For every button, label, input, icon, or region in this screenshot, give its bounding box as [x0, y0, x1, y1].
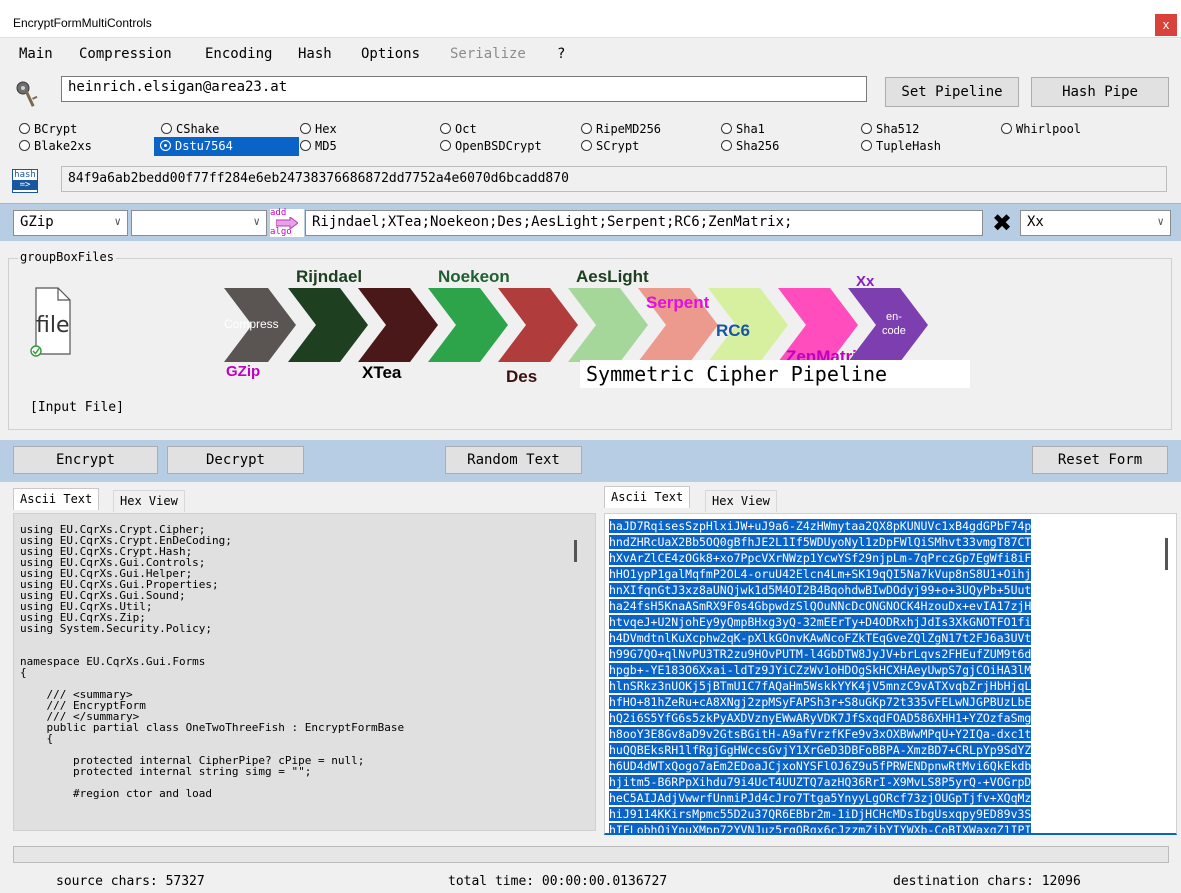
- pipeline-diagram: Compress GZip Rijndael XTea Noekeon Des AesLig…: [224, 267, 970, 388]
- menu-bar: Main Compression Encoding Hash Options S…: [0, 44, 1181, 68]
- algorithm-select[interactable]: ∨: [131, 210, 267, 236]
- radio-sha512[interactable]: Sha512: [861, 121, 919, 137]
- radio-dstu7564[interactable]: Dstu7564: [154, 137, 299, 156]
- radio-scrypt[interactable]: SCrypt: [581, 138, 639, 154]
- hash-icon-label: hash: [14, 170, 36, 180]
- menu-options[interactable]: Options: [361, 46, 420, 62]
- status-source-chars: source chars: 57327: [56, 874, 205, 889]
- tab-right-ascii[interactable]: Ascii Text: [604, 486, 691, 508]
- add-algo-label-bottom: algo: [270, 227, 292, 237]
- menu-main[interactable]: Main: [19, 46, 53, 62]
- radio-oct[interactable]: Oct: [440, 121, 477, 137]
- status-destination-chars: destination chars: 12096: [893, 874, 1081, 889]
- hash-icon-arrow: =>: [13, 180, 37, 190]
- compression-select[interactable]: GZip ∨: [13, 210, 128, 236]
- encode-label-line1: en-: [886, 311, 902, 323]
- radio-sha1[interactable]: Sha1: [721, 121, 765, 137]
- menu-serialize: Serialize: [450, 46, 526, 62]
- radio-ripemd256[interactable]: RipeMD256: [581, 121, 661, 137]
- status-total-time: total time: 00:00:00.0136727: [448, 874, 668, 889]
- cipher-stage-label-rijndael: Rijndael: [296, 267, 362, 286]
- compress-label: Compress: [224, 317, 279, 331]
- progress-bar: [13, 846, 1169, 863]
- radio-tuplehash[interactable]: TupleHash: [861, 138, 941, 154]
- encoding-select[interactable]: Xx ∨: [1020, 210, 1171, 236]
- cipher-stage-des: [498, 288, 578, 362]
- cipher-stage-label-aeslight: AesLight: [576, 267, 649, 286]
- key-icon[interactable]: [14, 80, 40, 110]
- source-text: using EU.CqrXs.Crypt.Cipher; using EU.Cq…: [20, 523, 405, 800]
- algorithm-pipeline-input[interactable]: Rijndael;XTea;Noekeon;Des;AesLight;Serpe…: [305, 210, 983, 236]
- cipher-stage-noekeon: [428, 288, 508, 362]
- encode-name: Xx: [856, 273, 875, 290]
- close-button[interactable]: x: [1155, 14, 1177, 36]
- source-scrollbar[interactable]: [574, 540, 577, 562]
- radio-sha256[interactable]: Sha256: [721, 138, 779, 154]
- chevron-down-icon: ∨: [253, 215, 260, 228]
- chevron-down-icon: ∨: [114, 215, 121, 228]
- clear-pipeline-icon[interactable]: ✖: [988, 209, 1016, 237]
- hash-icon[interactable]: hash =>: [12, 169, 38, 193]
- radio-openbsdcrypt[interactable]: OpenBSDCrypt: [440, 138, 542, 154]
- cipher-stage-label-xtea: XTea: [362, 363, 402, 382]
- tab-right-hex[interactable]: Hex View: [705, 490, 777, 512]
- source-textbox[interactable]: using EU.CqrXs.Crypt.Cipher; using EU.Cq…: [13, 513, 596, 831]
- radio-cshake[interactable]: CShake: [161, 121, 219, 137]
- cipher-stage-label-rc6: RC6: [716, 321, 750, 340]
- window-title: EncryptFormMultiControls: [13, 16, 152, 30]
- chevron-down-icon: ∨: [1157, 215, 1164, 228]
- encrypt-button[interactable]: Encrypt: [13, 446, 158, 474]
- tab-left-hex[interactable]: Hex View: [113, 490, 185, 512]
- hash-output[interactable]: 84f9a6ab2bedd00f77ff284e6eb2473837668687…: [61, 166, 1167, 192]
- radio-hex[interactable]: Hex: [300, 121, 337, 137]
- destination-textbox[interactable]: haJD7RqisesSzpHlxiJW+uJ9a6-Z4zHWmytaa2QX…: [604, 513, 1177, 835]
- add-algo-button[interactable]: add algo: [270, 208, 304, 237]
- encode-label-line2: code: [882, 325, 906, 337]
- groupbox-label: groupBoxFiles: [18, 250, 116, 264]
- random-text-button[interactable]: Random Text: [445, 446, 582, 474]
- file-icon[interactable]: file: [30, 286, 72, 358]
- key-input[interactable]: heinrich.elsigan@area23.at: [61, 76, 867, 102]
- radio-blake2xs[interactable]: Blake2xs: [19, 138, 92, 154]
- cipher-stage-rijndael: [288, 288, 368, 362]
- input-file-label[interactable]: [Input File]: [30, 400, 124, 415]
- cipher-stage-label-des: Des: [506, 367, 537, 386]
- radio-whirlpool[interactable]: Whirlpool: [1001, 121, 1081, 137]
- encoding-value: Xx: [1027, 214, 1044, 230]
- menu-compression[interactable]: Compression: [79, 46, 172, 62]
- menu-hash[interactable]: Hash: [298, 46, 332, 62]
- set-pipeline-button[interactable]: Set Pipeline: [885, 77, 1019, 107]
- file-icon-text: file: [36, 313, 70, 338]
- reset-form-button[interactable]: Reset Form: [1032, 446, 1168, 474]
- compression-value: GZip: [20, 214, 54, 230]
- pipeline-caption: Symmetric Cipher Pipeline: [586, 362, 887, 386]
- decrypt-button[interactable]: Decrypt: [167, 446, 304, 474]
- destination-scrollbar[interactable]: [1165, 538, 1168, 570]
- compress-name: GZip: [226, 363, 260, 380]
- cipher-stage-label-serpent: Serpent: [646, 293, 710, 312]
- cipher-stage-label-noekeon: Noekeon: [438, 267, 510, 286]
- menu-help[interactable]: ?: [557, 46, 565, 62]
- radio-bcrypt[interactable]: BCrypt: [19, 121, 77, 137]
- hash-pipe-button[interactable]: Hash Pipe: [1031, 77, 1169, 107]
- destination-text: haJD7RqisesSzpHlxiJW+uJ9a6-Z4zHWmytaa2QX…: [609, 519, 1053, 833]
- cipher-stage-xtea: [358, 288, 438, 362]
- menu-encoding[interactable]: Encoding: [205, 46, 272, 62]
- cipher-stage-aeslight: [568, 288, 648, 362]
- tab-left-ascii[interactable]: Ascii Text: [13, 488, 100, 510]
- radio-md5[interactable]: MD5: [300, 138, 337, 154]
- title-bar: EncryptFormMultiControls x: [0, 0, 1181, 38]
